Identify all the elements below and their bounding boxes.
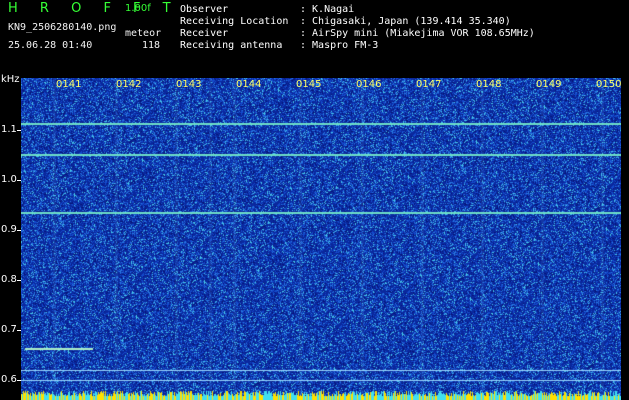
time-label: 0147 — [416, 79, 442, 90]
time-label: 0146 — [356, 79, 382, 90]
location-label: Receiving Location — [180, 16, 289, 27]
time-label: 0143 — [176, 79, 202, 90]
spectrogram-waterfall — [21, 78, 621, 400]
time-label: 0142 — [116, 79, 142, 90]
time-label: 0148 — [476, 79, 502, 90]
frequency-unit-label: kHz — [1, 74, 20, 85]
time-label: 0141 — [56, 79, 82, 90]
observer-label: Observer — [180, 4, 229, 15]
location-value: : Chigasaki, Japan (139.414 35.340) — [300, 16, 511, 27]
version-label: 1.00f — [125, 3, 151, 14]
time-label: 0145 — [296, 79, 322, 90]
count-label: 118 — [142, 40, 161, 51]
receiver-value: : AirSpy mini (Miakejima VOR 108.65MHz) — [300, 28, 535, 39]
time-label: 0144 — [236, 79, 262, 90]
app-logo: H R O F F T — [8, 1, 180, 16]
y-tick — [17, 280, 21, 281]
antenna-value: : Maspro FM-3 — [300, 40, 379, 51]
mode-label: meteor — [125, 28, 162, 39]
filename-label: KN9_2506280140.png — [8, 22, 117, 33]
header-panel: H R O F F T 1.00f KN9_2506280140.png met… — [0, 0, 629, 72]
y-tick — [17, 130, 21, 131]
antenna-label: Receiving antenna — [180, 40, 283, 51]
receiver-label: Receiver — [180, 28, 229, 39]
y-tick — [17, 330, 21, 331]
time-label: 0149 — [536, 79, 562, 90]
time-label: 0150 — [596, 79, 622, 90]
y-tick — [17, 230, 21, 231]
observer-value: : K.Nagai — [300, 4, 355, 15]
datetime-label: 25.06.28 01:40 — [8, 40, 93, 51]
y-tick — [17, 180, 21, 181]
y-tick — [17, 380, 21, 381]
